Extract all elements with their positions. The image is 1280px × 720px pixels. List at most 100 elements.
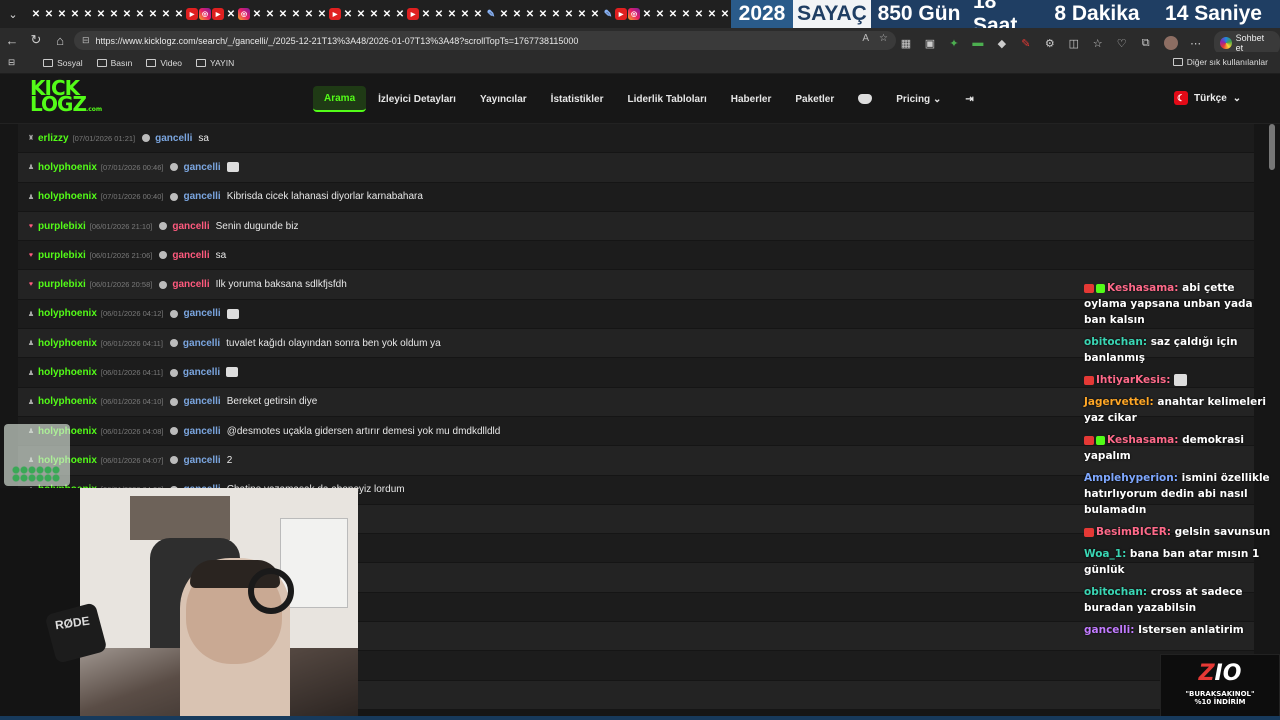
x-tab-icon[interactable]: ✕	[251, 8, 263, 20]
x-tab-icon[interactable]: ✕	[706, 8, 718, 20]
youtube-tab-icon[interactable]: ▶	[407, 8, 419, 20]
x-tab-icon[interactable]: ✕	[43, 8, 55, 20]
site-info-icon[interactable]: ⊟	[82, 35, 90, 46]
more-menu-icon[interactable]: ⋯	[1190, 37, 1202, 50]
x-tab-icon[interactable]: ✕	[30, 8, 42, 20]
bookmark-yayin[interactable]: YAYIN	[195, 58, 234, 68]
chat-username[interactable]: holyphoenix	[38, 191, 97, 202]
chat-channel-name[interactable]: gancelli	[183, 396, 220, 407]
split-screen-icon[interactable]: ◫	[1068, 37, 1080, 50]
chat-username[interactable]: holyphoenix	[38, 396, 97, 407]
chat-username[interactable]: purplebixi	[38, 250, 86, 261]
x-tab-icon[interactable]: ✕	[69, 8, 81, 20]
chat-username[interactable]: holyphoenix	[38, 338, 97, 349]
x-tab-icon[interactable]: ✕	[160, 8, 172, 20]
chat-channel-name[interactable]: gancelli	[183, 367, 220, 378]
menu-istatistikler[interactable]: İstatistikler	[539, 86, 616, 112]
chat-username[interactable]: erlizzy	[38, 133, 69, 144]
x-tab-icon[interactable]: ✕	[680, 8, 692, 20]
extension-icon[interactable]: ✦	[948, 37, 960, 50]
home-icon[interactable]: ⌂	[48, 28, 72, 52]
kicklogz-logo[interactable]: KICK LOGZ.com	[30, 78, 102, 118]
menu-yayincilar[interactable]: Yayıncılar	[468, 86, 539, 112]
chat-username[interactable]: holyphoenix	[38, 308, 97, 319]
x-tab-icon[interactable]: ✕	[121, 8, 133, 20]
chat-username[interactable]: holyphoenix	[38, 367, 97, 378]
x-tab-icon[interactable]: ✕	[693, 8, 705, 20]
chat-channel-name[interactable]: gancelli	[183, 308, 220, 319]
x-tab-icon[interactable]: ✕	[290, 8, 302, 20]
x-tab-icon[interactable]: ✕	[173, 8, 185, 20]
url-field[interactable]: ⊟ https://www.kicklogz.com/search/_/ganc…	[74, 31, 896, 50]
youtube-tab-icon[interactable]: ▶	[615, 8, 627, 20]
chat-channel-name[interactable]: gancelli	[183, 191, 220, 202]
x-tab-icon[interactable]: ✕	[563, 8, 575, 20]
menu-paketler[interactable]: Paketler	[783, 86, 846, 112]
x-tab-icon[interactable]: ✕	[498, 8, 510, 20]
x-tab-icon[interactable]: ✕	[459, 8, 471, 20]
instagram-tab-icon[interactable]: ◎	[238, 8, 250, 20]
instagram-tab-icon[interactable]: ◎	[199, 8, 211, 20]
read-aloud-icon[interactable]: A	[862, 33, 869, 44]
x-tab-icon[interactable]: ✕	[303, 8, 315, 20]
refresh-icon[interactable]: ↻	[24, 28, 48, 52]
x-tab-icon[interactable]: ✕	[472, 8, 484, 20]
bookmark-basin[interactable]: Basın	[96, 58, 132, 68]
extension-icon[interactable]: ▣	[924, 37, 936, 50]
chat-username[interactable]: holyphoenix	[38, 162, 97, 173]
x-tab-icon[interactable]: ✕	[316, 8, 328, 20]
x-tab-icon[interactable]: ✕	[82, 8, 94, 20]
browser-essentials-icon[interactable]: ♡	[1116, 37, 1128, 50]
chat-username[interactable]: purplebixi	[38, 279, 86, 290]
chat-channel-name[interactable]: gancelli	[172, 221, 209, 232]
back-icon[interactable]: ←	[0, 28, 24, 52]
youtube-tab-icon[interactable]: ▶	[212, 8, 224, 20]
x-tab-icon[interactable]: ✕	[420, 8, 432, 20]
x-tab-icon[interactable]: ✕	[537, 8, 549, 20]
extension-icon[interactable]: ▦	[900, 37, 912, 50]
x-tab-icon[interactable]: ✕	[589, 8, 601, 20]
menu-haberler[interactable]: Haberler	[719, 86, 784, 112]
extension-icon[interactable]: ▬	[972, 37, 984, 49]
menu-izleyici-detaylari[interactable]: İzleyici Detayları	[366, 86, 468, 112]
chat-channel-name[interactable]: gancelli	[172, 279, 209, 290]
pen-tab-icon[interactable]: ✎	[485, 8, 497, 20]
x-tab-icon[interactable]: ✕	[641, 8, 653, 20]
chat-channel-name[interactable]: gancelli	[183, 338, 220, 349]
x-tab-icon[interactable]: ✕	[56, 8, 68, 20]
discord-icon[interactable]	[858, 94, 873, 104]
x-tab-icon[interactable]: ✕	[147, 8, 159, 20]
profile-avatar[interactable]	[1163, 36, 1178, 50]
youtube-tab-icon[interactable]: ▶	[186, 8, 198, 20]
x-tab-icon[interactable]: ✕	[433, 8, 445, 20]
menu-pricing[interactable]: Pricing ⌄	[884, 86, 953, 112]
extension-icon[interactable]: ◆	[996, 37, 1008, 50]
x-tab-icon[interactable]: ✕	[355, 8, 367, 20]
bookmark-sosyal[interactable]: Sosyal	[43, 58, 83, 68]
favorite-star-icon[interactable]: ☆	[879, 33, 888, 44]
x-tab-icon[interactable]: ✕	[342, 8, 354, 20]
youtube-tab-icon[interactable]: ▶	[329, 8, 341, 20]
extensions-puzzle-icon[interactable]: ⚙	[1044, 37, 1056, 50]
x-tab-icon[interactable]: ✕	[264, 8, 276, 20]
x-tab-icon[interactable]: ✕	[108, 8, 120, 20]
collections-icon[interactable]: ⧉	[1140, 37, 1152, 49]
x-tab-icon[interactable]: ✕	[225, 8, 237, 20]
instagram-tab-icon[interactable]: ◎	[628, 8, 640, 20]
x-tab-icon[interactable]: ✕	[95, 8, 107, 20]
x-tab-icon[interactable]: ✕	[667, 8, 679, 20]
x-tab-icon[interactable]: ✕	[550, 8, 562, 20]
x-tab-icon[interactable]: ✕	[381, 8, 393, 20]
x-tab-icon[interactable]: ✕	[511, 8, 523, 20]
x-tab-icon[interactable]: ✕	[576, 8, 588, 20]
login-icon[interactable]: ⇥	[953, 86, 985, 112]
extension-icon[interactable]: ✎	[1020, 37, 1032, 50]
x-tab-icon[interactable]: ✕	[134, 8, 146, 20]
bookmarks-toggle-icon[interactable]: ⊟	[8, 57, 15, 68]
x-tab-icon[interactable]: ✕	[277, 8, 289, 20]
x-tab-icon[interactable]: ✕	[368, 8, 380, 20]
pen-tab-icon[interactable]: ✎	[602, 8, 614, 20]
favorites-icon[interactable]: ☆	[1092, 37, 1104, 50]
x-tab-icon[interactable]: ✕	[654, 8, 666, 20]
tab-list-dropdown-icon[interactable]: ⌄	[0, 0, 26, 28]
